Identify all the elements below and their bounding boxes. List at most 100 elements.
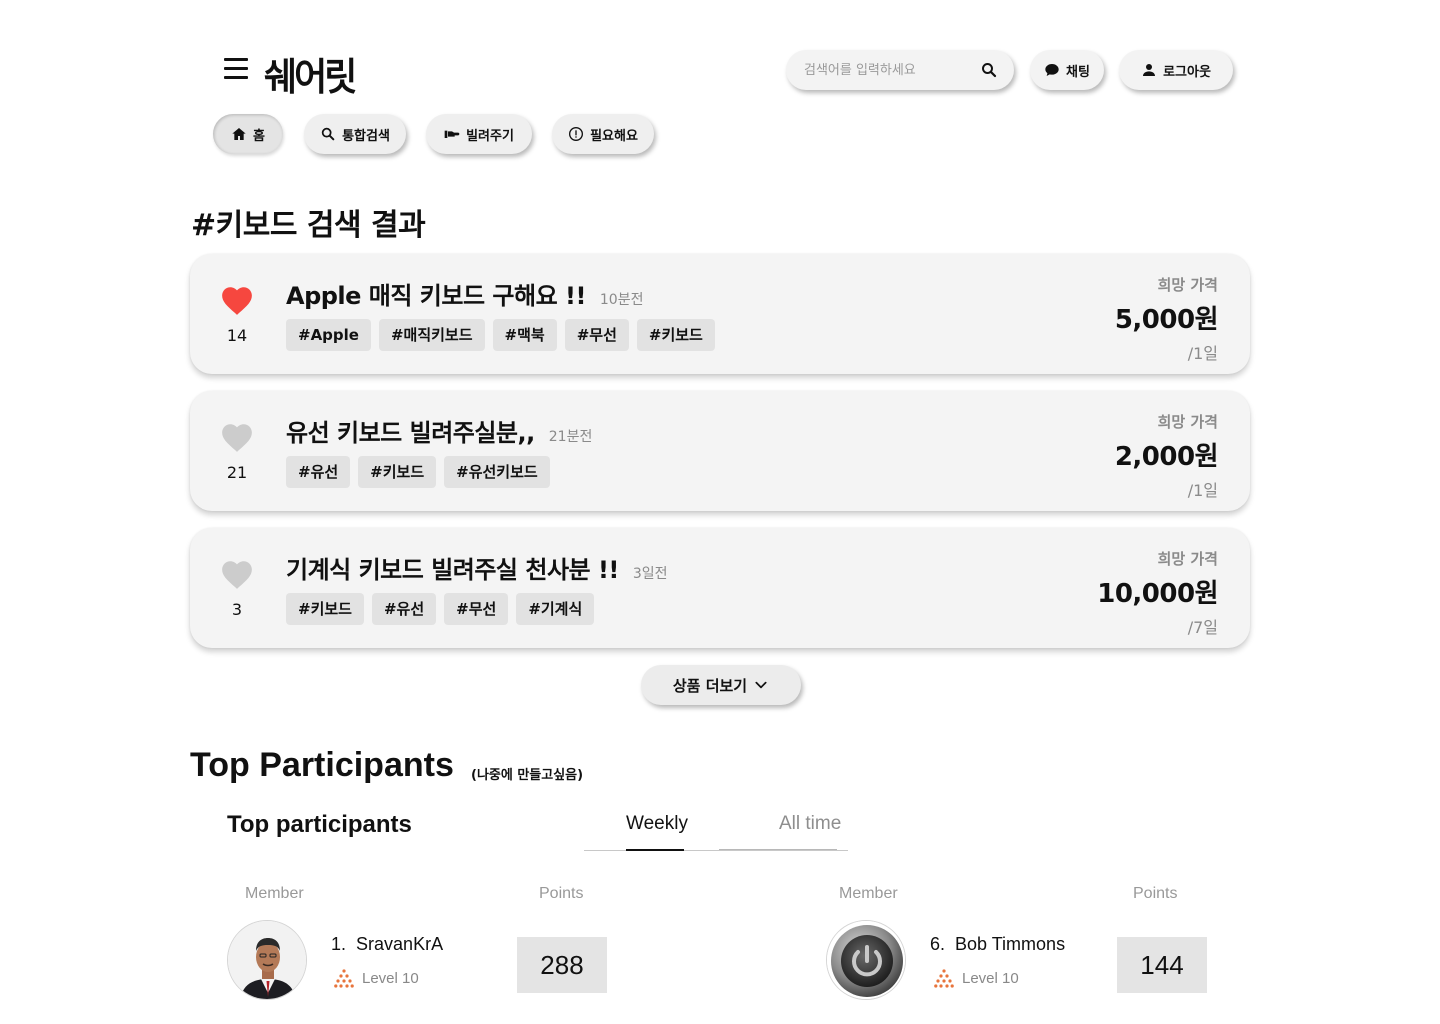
- top-participants-heading: Top Participants: [190, 746, 454, 784]
- chat-button[interactable]: 채팅: [1030, 50, 1104, 90]
- post-card[interactable]: 3 기계식 키보드 빌려주실 천사분 !! 3일전 #키보드 #유선 #무선 #기…: [190, 528, 1250, 648]
- alert-circle-icon: [569, 127, 584, 141]
- user-icon: [1143, 64, 1156, 76]
- price-value: 2,000원: [1114, 442, 1219, 472]
- level-pyramid-icon: [934, 969, 954, 988]
- price-period: /1일: [1187, 344, 1218, 363]
- tab-divider: [584, 850, 848, 851]
- price-block: 희망 가격 2,000원 /1일: [1114, 411, 1219, 501]
- tag[interactable]: #유선키보드: [444, 456, 550, 488]
- price-period: /7일: [1187, 618, 1218, 637]
- price-value: 10,000원: [1097, 579, 1218, 609]
- post-title-text: Apple 매직 키보드 구해요 !!: [286, 282, 586, 310]
- post-title-text: 기계식 키보드 빌려주실 천사분 !!: [286, 556, 619, 584]
- participant-name[interactable]: 6. Bob Timmons: [930, 934, 1065, 955]
- chat-bubble-icon: [1045, 64, 1059, 76]
- like-count: 3: [231, 600, 243, 619]
- heart-icon: [222, 287, 252, 315]
- post-title-text: 유선 키보드 빌려주실분,,: [286, 419, 535, 447]
- post-title[interactable]: Apple 매직 키보드 구해요 !! 10분전: [286, 276, 643, 311]
- points-badge: 288: [517, 937, 607, 993]
- tag[interactable]: #키보드: [358, 456, 437, 488]
- chat-label: 채팅: [1066, 64, 1090, 80]
- nav-need-label: 필요해요: [590, 128, 638, 144]
- price-block: 희망 가격 5,000원 /1일: [1114, 274, 1219, 364]
- price-block: 희망 가격 10,000원 /7일: [1097, 548, 1218, 638]
- price-label: 희망 가격: [1157, 550, 1218, 568]
- hand-give-icon: [444, 130, 460, 138]
- tag-list: #Apple #매직키보드 #맥북 #무선 #키보드: [286, 319, 715, 351]
- participant-name-text: SravanKrA: [356, 934, 444, 954]
- price-value: 5,000원: [1114, 305, 1219, 335]
- tab-active-indicator: [626, 849, 684, 851]
- post-time: 3일전: [632, 566, 668, 582]
- load-more-button[interactable]: 상품 더보기: [641, 665, 801, 705]
- like-count: 21: [226, 463, 248, 482]
- avatar[interactable]: [227, 920, 307, 1000]
- search-icon[interactable]: [980, 61, 998, 79]
- top-participants-note: (나중에 만들고싶음): [471, 768, 584, 783]
- top-participants-subheading: Top participants: [227, 811, 412, 838]
- search-results-title: #키보드 검색 결과: [191, 208, 426, 243]
- tag[interactable]: #유선: [286, 456, 351, 488]
- tag[interactable]: #무선: [444, 593, 509, 625]
- search-box[interactable]: [786, 50, 1014, 90]
- nav-need[interactable]: 필요해요: [552, 114, 654, 154]
- like-button[interactable]: [220, 284, 254, 316]
- tag[interactable]: #유선: [371, 593, 437, 625]
- tag[interactable]: #매직키보드: [378, 319, 485, 351]
- tag[interactable]: #Apple: [286, 319, 371, 351]
- post-time: 10분전: [599, 292, 644, 308]
- search-input[interactable]: [804, 62, 980, 78]
- participant-level: Level 10: [934, 968, 1019, 988]
- nav-search[interactable]: 통합검색: [304, 114, 406, 154]
- like-button[interactable]: [220, 558, 254, 590]
- menu-icon[interactable]: [224, 58, 248, 82]
- nav-lend-label: 빌려주기: [466, 128, 514, 144]
- level-label: Level 10: [362, 969, 419, 987]
- tag[interactable]: #맥북: [492, 319, 557, 351]
- load-more-label: 상품 더보기: [672, 676, 748, 695]
- participant-rank: 1.: [331, 934, 347, 954]
- nav-home-label: 홈: [253, 128, 265, 144]
- participant-rank: 6.: [930, 934, 946, 954]
- avatar[interactable]: [826, 920, 906, 1000]
- tag-list: #유선 #키보드 #유선키보드: [286, 456, 550, 488]
- column-member: Member: [245, 885, 304, 902]
- participant-name-text: Bob Timmons: [955, 934, 1066, 954]
- price-period: /1일: [1187, 481, 1218, 500]
- nav-search-label: 통합검색: [342, 128, 390, 144]
- post-card[interactable]: 21 유선 키보드 빌려주실분,, 21분전 #유선 #키보드 #유선키보드 희망…: [190, 391, 1250, 511]
- price-label: 희망 가격: [1157, 276, 1218, 294]
- tag[interactable]: #키보드: [286, 593, 364, 625]
- participant-name[interactable]: 1. SravanKrA: [331, 934, 443, 955]
- tag[interactable]: #기계식: [516, 593, 595, 625]
- power-button-icon: [827, 921, 905, 999]
- tab-all-time[interactable]: All time: [779, 813, 841, 835]
- level-label: Level 10: [962, 969, 1019, 987]
- heart-icon: [222, 424, 252, 452]
- nav-home[interactable]: 홈: [213, 114, 283, 154]
- tab-weekly[interactable]: Weekly: [626, 813, 688, 835]
- tag-list: #키보드 #유선 #무선 #기계식: [286, 593, 595, 625]
- post-time: 21분전: [548, 429, 593, 445]
- points-badge: 144: [1117, 937, 1207, 993]
- tag[interactable]: #무선: [564, 319, 629, 351]
- participant-level: Level 10: [334, 968, 419, 988]
- search-icon: [321, 127, 335, 141]
- chevron-down-icon: [755, 681, 767, 689]
- post-title[interactable]: 기계식 키보드 빌려주실 천사분 !! 3일전: [286, 550, 668, 585]
- like-count: 14: [226, 326, 248, 345]
- home-icon: [232, 128, 246, 140]
- logout-button[interactable]: 로그아웃: [1119, 50, 1233, 90]
- person-photo-icon: [228, 921, 306, 999]
- column-points: Points: [539, 885, 584, 902]
- post-title[interactable]: 유선 키보드 빌려주실분,, 21분전: [286, 413, 592, 448]
- post-card[interactable]: 14 Apple 매직 키보드 구해요 !! 10분전 #Apple #매직키보드…: [190, 254, 1250, 374]
- logout-label: 로그아웃: [1163, 64, 1211, 80]
- nav-lend[interactable]: 빌려주기: [426, 114, 532, 154]
- logo[interactable]: 쉐어릿: [264, 47, 357, 102]
- like-button[interactable]: [220, 421, 254, 453]
- tag[interactable]: #키보드: [636, 319, 715, 351]
- price-label: 희망 가격: [1157, 413, 1218, 431]
